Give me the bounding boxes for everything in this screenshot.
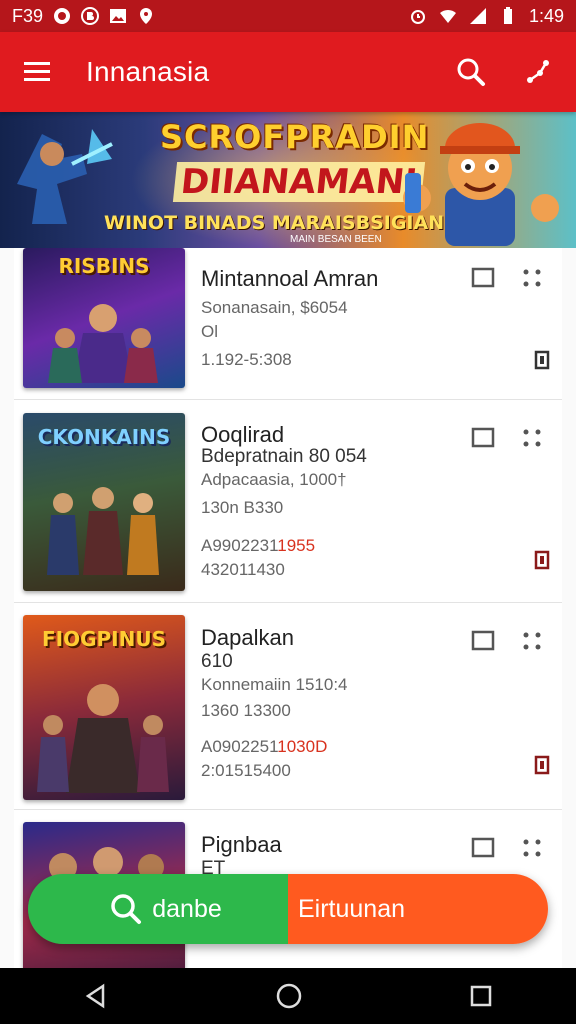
list-item[interactable]: FIOGPINUS Dapalkan 610 Konnemaiin 1510:4… bbox=[14, 603, 562, 810]
more-icon[interactable] bbox=[520, 629, 544, 653]
item-date: 130n B330 bbox=[201, 498, 284, 517]
item-date: 1360 13300 bbox=[201, 701, 291, 720]
item-extra: 2:01515400 bbox=[201, 761, 291, 780]
signal-icon bbox=[469, 8, 486, 24]
item-subtitle: Bdepratnain 80 054 bbox=[201, 446, 367, 467]
bookmark-icon[interactable] bbox=[471, 266, 495, 290]
banner-hero-right bbox=[403, 123, 559, 246]
item-thumbnail[interactable]: RISBINS bbox=[23, 248, 185, 388]
promo-banner[interactable]: SCROFPRADIN DIIANAMANI WINOT BINADS MARA… bbox=[0, 112, 576, 248]
thumbnail-title: FIOGPINUS bbox=[41, 627, 166, 651]
item-title: Dapalkan bbox=[201, 625, 294, 650]
item-subtitle: 610 bbox=[201, 651, 233, 672]
item-meta: Konnemaiin 1510:4 bbox=[201, 675, 348, 694]
home-icon[interactable] bbox=[275, 982, 303, 1010]
item-thumbnail[interactable]: FIOGPINUS bbox=[23, 615, 185, 800]
image-icon bbox=[110, 9, 127, 23]
share-icon[interactable] bbox=[524, 58, 552, 86]
system-nav-bar bbox=[0, 968, 576, 1024]
search-action-label: danbe bbox=[152, 894, 222, 923]
bookmark-icon[interactable] bbox=[471, 836, 495, 860]
more-icon[interactable] bbox=[520, 426, 544, 450]
item-thumbnail[interactable]: CKONKAINS bbox=[23, 413, 185, 591]
status-bar: F39 1:49 bbox=[0, 0, 576, 32]
list-item[interactable]: RISBINS Mintannoal Amran Sonanasain, $60… bbox=[14, 248, 562, 400]
thumbnail-art bbox=[48, 304, 158, 383]
thumbnail-title: RISBINS bbox=[58, 254, 150, 278]
download-icon[interactable] bbox=[530, 348, 554, 372]
secondary-action-button[interactable]: Eirtuunan bbox=[288, 874, 548, 944]
wifi-icon bbox=[439, 9, 456, 23]
app-title: Innanasia bbox=[86, 56, 210, 87]
item-title: Pignbaa bbox=[201, 832, 282, 857]
bookmark-icon[interactable] bbox=[471, 629, 495, 653]
app-icon-o bbox=[54, 8, 71, 24]
game-list[interactable]: RISBINS Mintannoal Amran Sonanasain, $60… bbox=[0, 248, 576, 968]
banner-line-4: MAIN BESAN BEEN bbox=[290, 234, 382, 245]
more-icon[interactable] bbox=[520, 266, 544, 290]
status-left-text: F39 bbox=[12, 5, 44, 26]
back-icon[interactable] bbox=[83, 983, 109, 1009]
item-stat: A09022511030D bbox=[201, 737, 328, 756]
alarm-icon bbox=[410, 10, 425, 24]
status-time: 1:49 bbox=[528, 5, 564, 26]
item-title: Ooqlirad bbox=[201, 422, 285, 447]
app-icon-b bbox=[81, 7, 100, 25]
bookmark-icon[interactable] bbox=[471, 426, 495, 450]
secondary-action-label: Eirtuunan bbox=[298, 894, 406, 923]
item-date: 1.192-5:308 bbox=[201, 350, 292, 369]
search-icon[interactable] bbox=[456, 57, 486, 87]
search-action-button[interactable]: danbe bbox=[28, 874, 288, 944]
item-stat: A99022311955 bbox=[201, 536, 316, 555]
download-icon[interactable] bbox=[530, 753, 554, 777]
menu-icon[interactable] bbox=[24, 61, 52, 83]
item-meta: Adpacaasia, 1000† bbox=[201, 470, 347, 489]
banner-line-1: SCROFPRADIN bbox=[160, 118, 430, 156]
location-icon bbox=[140, 8, 153, 24]
item-subtitle: Sonanasain, $6054 bbox=[201, 298, 348, 317]
list-item[interactable]: CKONKAINS Ooqlirad Bdepratnain 80 054 Ad… bbox=[14, 400, 562, 603]
thumbnail-art bbox=[47, 487, 159, 575]
app-bar: Innanasia bbox=[0, 32, 576, 112]
more-icon[interactable] bbox=[520, 836, 544, 860]
banner-line-2: DIIANAMANI bbox=[172, 162, 425, 202]
banner-line-3: WINOT BINADS MARAISBSIGIAN bbox=[104, 212, 445, 234]
thumbnail-art bbox=[37, 684, 169, 793]
battery-icon bbox=[503, 7, 512, 24]
recents-icon[interactable] bbox=[469, 984, 493, 1008]
download-icon[interactable] bbox=[530, 548, 554, 572]
search-icon bbox=[111, 894, 142, 924]
thumbnail-title: CKONKAINS bbox=[37, 425, 171, 449]
item-meta: Ol bbox=[201, 322, 218, 341]
item-extra: 432011430 bbox=[201, 560, 285, 579]
action-pill: danbe Eirtuunan bbox=[28, 874, 548, 944]
item-title: Mintannoal Amran bbox=[201, 266, 379, 291]
